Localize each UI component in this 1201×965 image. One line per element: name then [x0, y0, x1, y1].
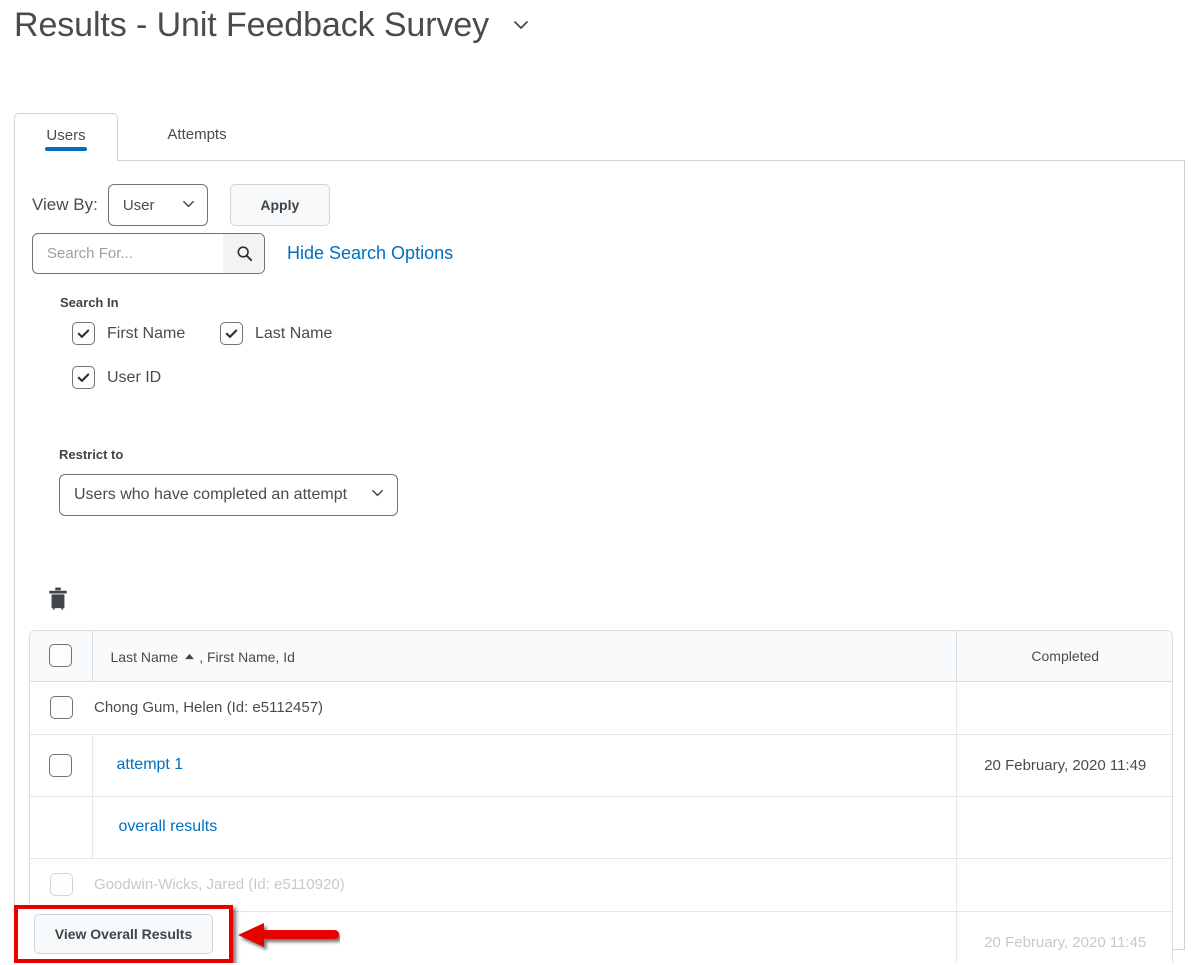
row-user-name: Goodwin-Wicks, Jared (Id: e5110920): [92, 858, 956, 912]
checkbox-first-name-label: First Name: [107, 324, 186, 342]
checkbox-row-user-id: User ID: [72, 366, 161, 389]
chevron-down-icon[interactable]: [511, 15, 531, 35]
checkbox-row-first-name: First Name: [72, 322, 185, 345]
column-header-last-name-label: Last Name: [110, 648, 179, 665]
column-header-name[interactable]: Last Name , First Name, Id: [92, 631, 956, 682]
checkbox-last-name[interactable]: [220, 322, 243, 345]
row-checkbox-cell: [30, 796, 93, 859]
table-header-row: Last Name , First Name, Id Completed: [30, 631, 1172, 682]
overall-results-link[interactable]: overall results: [119, 818, 218, 835]
tab-users-label: Users: [46, 127, 86, 144]
checkbox-first-name[interactable]: [72, 322, 95, 345]
column-header-completed[interactable]: Completed: [955, 631, 1172, 682]
row-user-name: Chong Gum, Helen (Id: e5112457): [92, 681, 956, 735]
row-completed: [955, 796, 1172, 859]
checkbox-user-id-label: User ID: [107, 368, 162, 386]
checkbox-row-user[interactable]: [49, 873, 73, 896]
view-by-value: User: [122, 196, 155, 214]
page-title: Results - Unit Feedback Survey: [14, 6, 490, 44]
view-overall-results-button[interactable]: View Overall Results: [34, 914, 213, 954]
restrict-to-value: Users who have completed an attempt: [74, 486, 348, 503]
hide-search-options-link[interactable]: Hide Search Options: [287, 243, 453, 264]
arrow-left-icon: [238, 921, 340, 951]
row-attempt-cell: attempt 1: [92, 734, 956, 797]
results-page: Results - Unit Feedback Survey Users Att…: [0, 0, 1201, 965]
row-completed: [955, 858, 1172, 912]
checkbox-row-attempt[interactable]: [49, 753, 73, 777]
view-by-select[interactable]: User: [107, 184, 208, 226]
search-input[interactable]: [33, 234, 223, 273]
search-field-wrapper: [32, 233, 265, 274]
row-completed: 20 February, 2020 11:45: [955, 911, 1172, 965]
column-header-name-rest: , First Name, Id: [199, 648, 295, 665]
row-checkbox-cell: [30, 681, 92, 735]
checkbox-row-user[interactable]: [49, 696, 73, 719]
table-row[interactable]: Chong Gum, Helen (Id: e5112457): [30, 681, 1172, 735]
tab-bar: Users Attempts: [14, 113, 1185, 161]
table-row[interactable]: Goodwin-Wicks, Jared (Id: e5110920): [30, 858, 1172, 912]
checkbox-row-last-name: Last Name: [220, 322, 332, 345]
row-overall-cell: overall results: [92, 796, 956, 859]
restrict-to-select[interactable]: Users who have completed an attempt: [59, 474, 398, 516]
tab-active-indicator: [45, 147, 87, 151]
checkbox-last-name-label: Last Name: [255, 324, 333, 342]
row-completed: 20 February, 2020 11:49: [955, 734, 1172, 797]
tab-panel-seam: [15, 159, 117, 162]
search-in-label: Search In: [60, 295, 119, 310]
row-completed: [955, 681, 1172, 735]
search-row: Hide Search Options: [32, 233, 453, 274]
view-by-row: View By: User Apply: [32, 184, 330, 226]
attempt-link[interactable]: attempt 1: [117, 756, 184, 773]
tab-attempts-label: Attempts: [167, 126, 227, 143]
tab-users[interactable]: Users: [14, 113, 118, 161]
restrict-to-label: Restrict to: [59, 447, 124, 462]
search-icon[interactable]: [223, 234, 264, 273]
highlight-callout-box: View Overall Results: [14, 905, 233, 963]
chevron-down-icon: [370, 485, 385, 505]
apply-button[interactable]: Apply: [229, 184, 330, 226]
sort-ascending-icon: [184, 647, 195, 663]
row-checkbox-cell: [30, 734, 93, 797]
select-all-header: [30, 631, 93, 682]
view-by-label: View By:: [32, 195, 98, 214]
chevron-down-icon: [181, 196, 196, 215]
trash-icon[interactable]: [46, 586, 70, 612]
checkbox-user-id[interactable]: [72, 366, 95, 389]
table-row[interactable]: attempt 1 20 February, 2020 11:49: [30, 734, 1172, 797]
tab-attempts[interactable]: Attempts: [134, 113, 260, 161]
checkbox-select-all[interactable]: [49, 644, 73, 668]
table-row[interactable]: overall results: [30, 796, 1172, 859]
row-checkbox-cell: [30, 858, 92, 912]
page-header: Results - Unit Feedback Survey: [14, 2, 531, 48]
